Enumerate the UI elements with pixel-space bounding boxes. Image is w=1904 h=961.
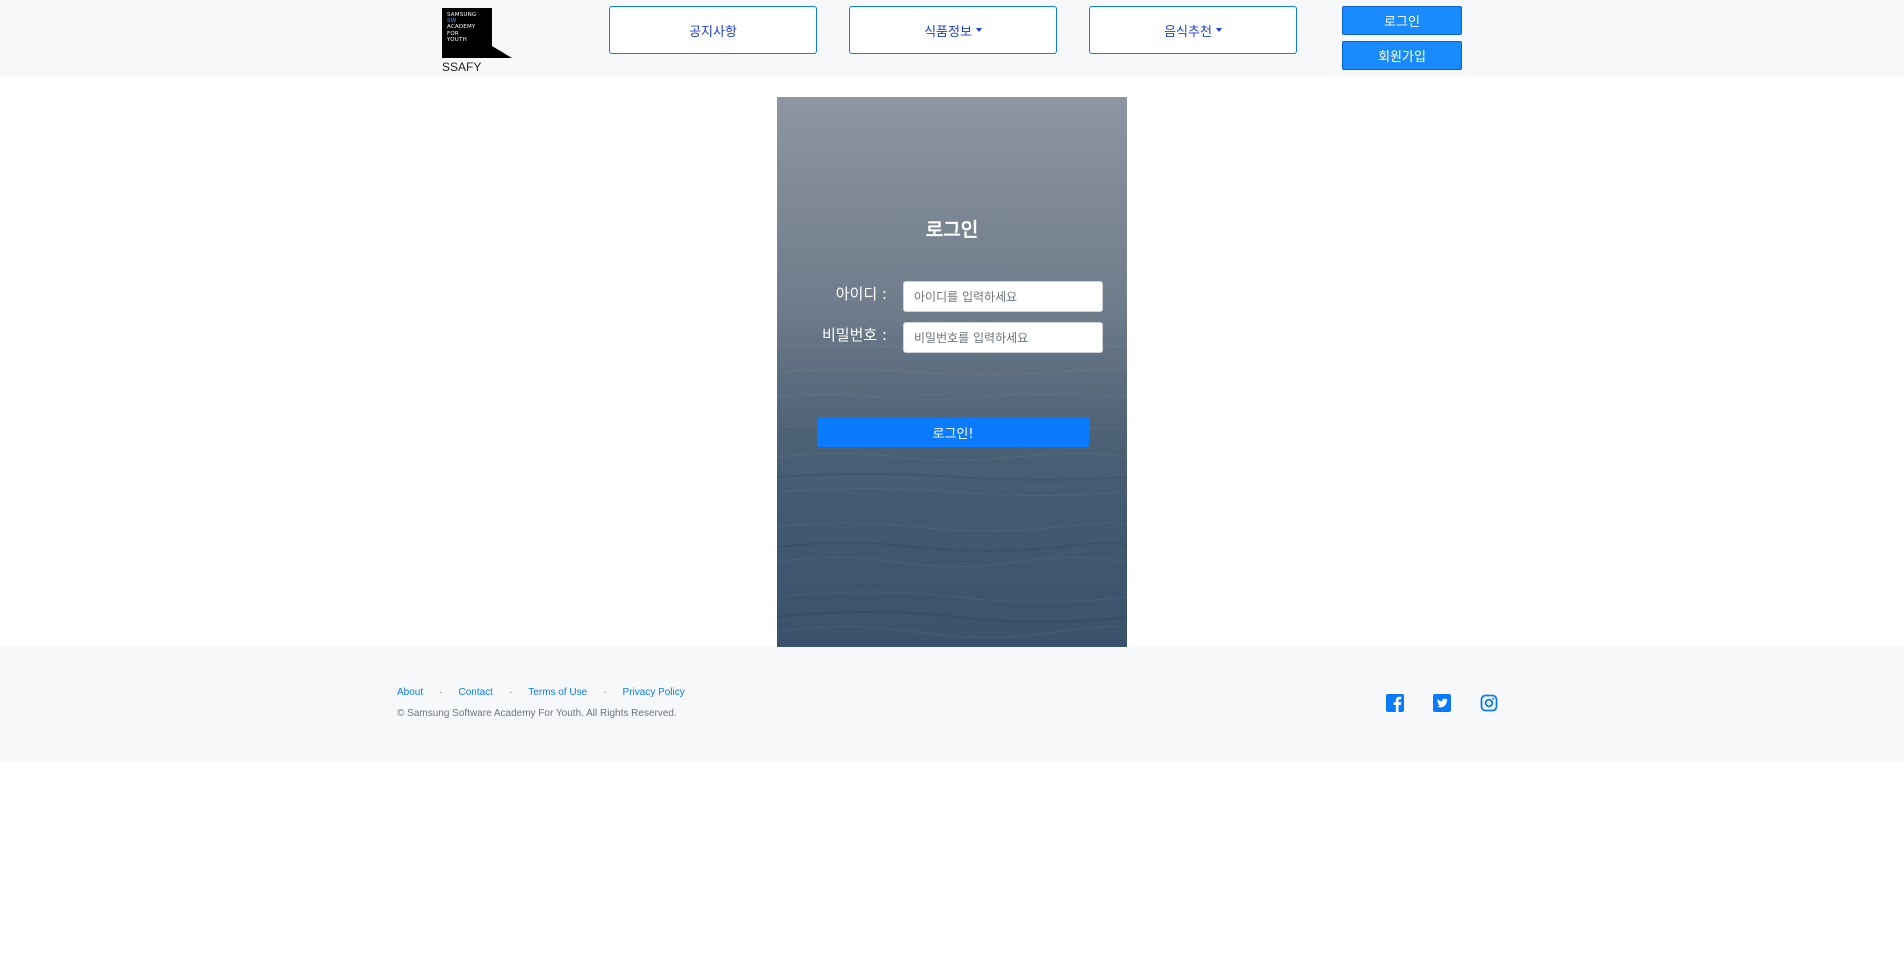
- header-signup-button[interactable]: 회원가입: [1342, 41, 1462, 70]
- instagram-icon[interactable]: [1480, 694, 1498, 712]
- footer-link-contact[interactable]: Contact: [458, 687, 492, 698]
- header-login-button[interactable]: 로그인: [1342, 6, 1462, 35]
- id-label: 아이디 :: [835, 285, 887, 303]
- ssafy-logo[interactable]: SAMSUNG SW ACADEMY FOR YOUTH SSAFY: [442, 8, 512, 78]
- footer: About · Contact · Terms of Use · Privacy Polic…: [0, 647, 1904, 762]
- footer-separator: ·: [508, 687, 513, 698]
- footer-separator: ·: [439, 687, 443, 698]
- login-submit-button[interactable]: 로그인!: [817, 417, 1089, 447]
- nav-food-info-label: 식품정보: [924, 24, 972, 40]
- nav-food-info-dropdown[interactable]: 식품정보: [849, 6, 1057, 54]
- footer-links: About · Contact · Terms of Use · Privacy Polic…: [397, 687, 685, 698]
- footer-link-terms[interactable]: Terms of Use: [528, 687, 587, 698]
- nav-food-recommend-label: 음식추천: [1164, 24, 1212, 40]
- copyright-text: © Samsung Software Academy For Youth. Al…: [397, 708, 677, 719]
- facebook-icon[interactable]: [1386, 694, 1404, 712]
- nav-notice-label: 공지사항: [689, 24, 737, 40]
- id-input[interactable]: [903, 281, 1103, 312]
- logo-wordmark: SAMSUNG SW ACADEMY FOR YOUTH: [447, 12, 476, 43]
- ocean-background-image: [777, 344, 1127, 638]
- login-title: 로그인: [925, 219, 979, 241]
- logo-line-youth: YOUTH: [447, 36, 467, 43]
- logo-text: SSAFY: [442, 60, 482, 74]
- nav-notice-button[interactable]: 공지사항: [609, 6, 817, 54]
- caret-down-icon: [975, 28, 982, 32]
- footer-link-about[interactable]: About: [397, 687, 423, 698]
- logo-line-academy: ACADEMY: [447, 24, 476, 31]
- caret-down-icon: [1215, 28, 1222, 32]
- twitter-icon[interactable]: [1433, 694, 1451, 712]
- password-label: 비밀번호 :: [821, 326, 887, 344]
- top-navbar: SAMSUNG SW ACADEMY FOR YOUTH SSAFY 공지사항 …: [0, 0, 1904, 76]
- password-input[interactable]: [903, 322, 1103, 353]
- nav-food-recommend-dropdown[interactable]: 음식추천: [1089, 6, 1297, 54]
- footer-link-privacy[interactable]: Privacy Policy: [623, 687, 685, 698]
- footer-separator: ·: [603, 687, 607, 698]
- login-card: 로그인 아이디 : 비밀번호 : 로그인!: [777, 97, 1127, 647]
